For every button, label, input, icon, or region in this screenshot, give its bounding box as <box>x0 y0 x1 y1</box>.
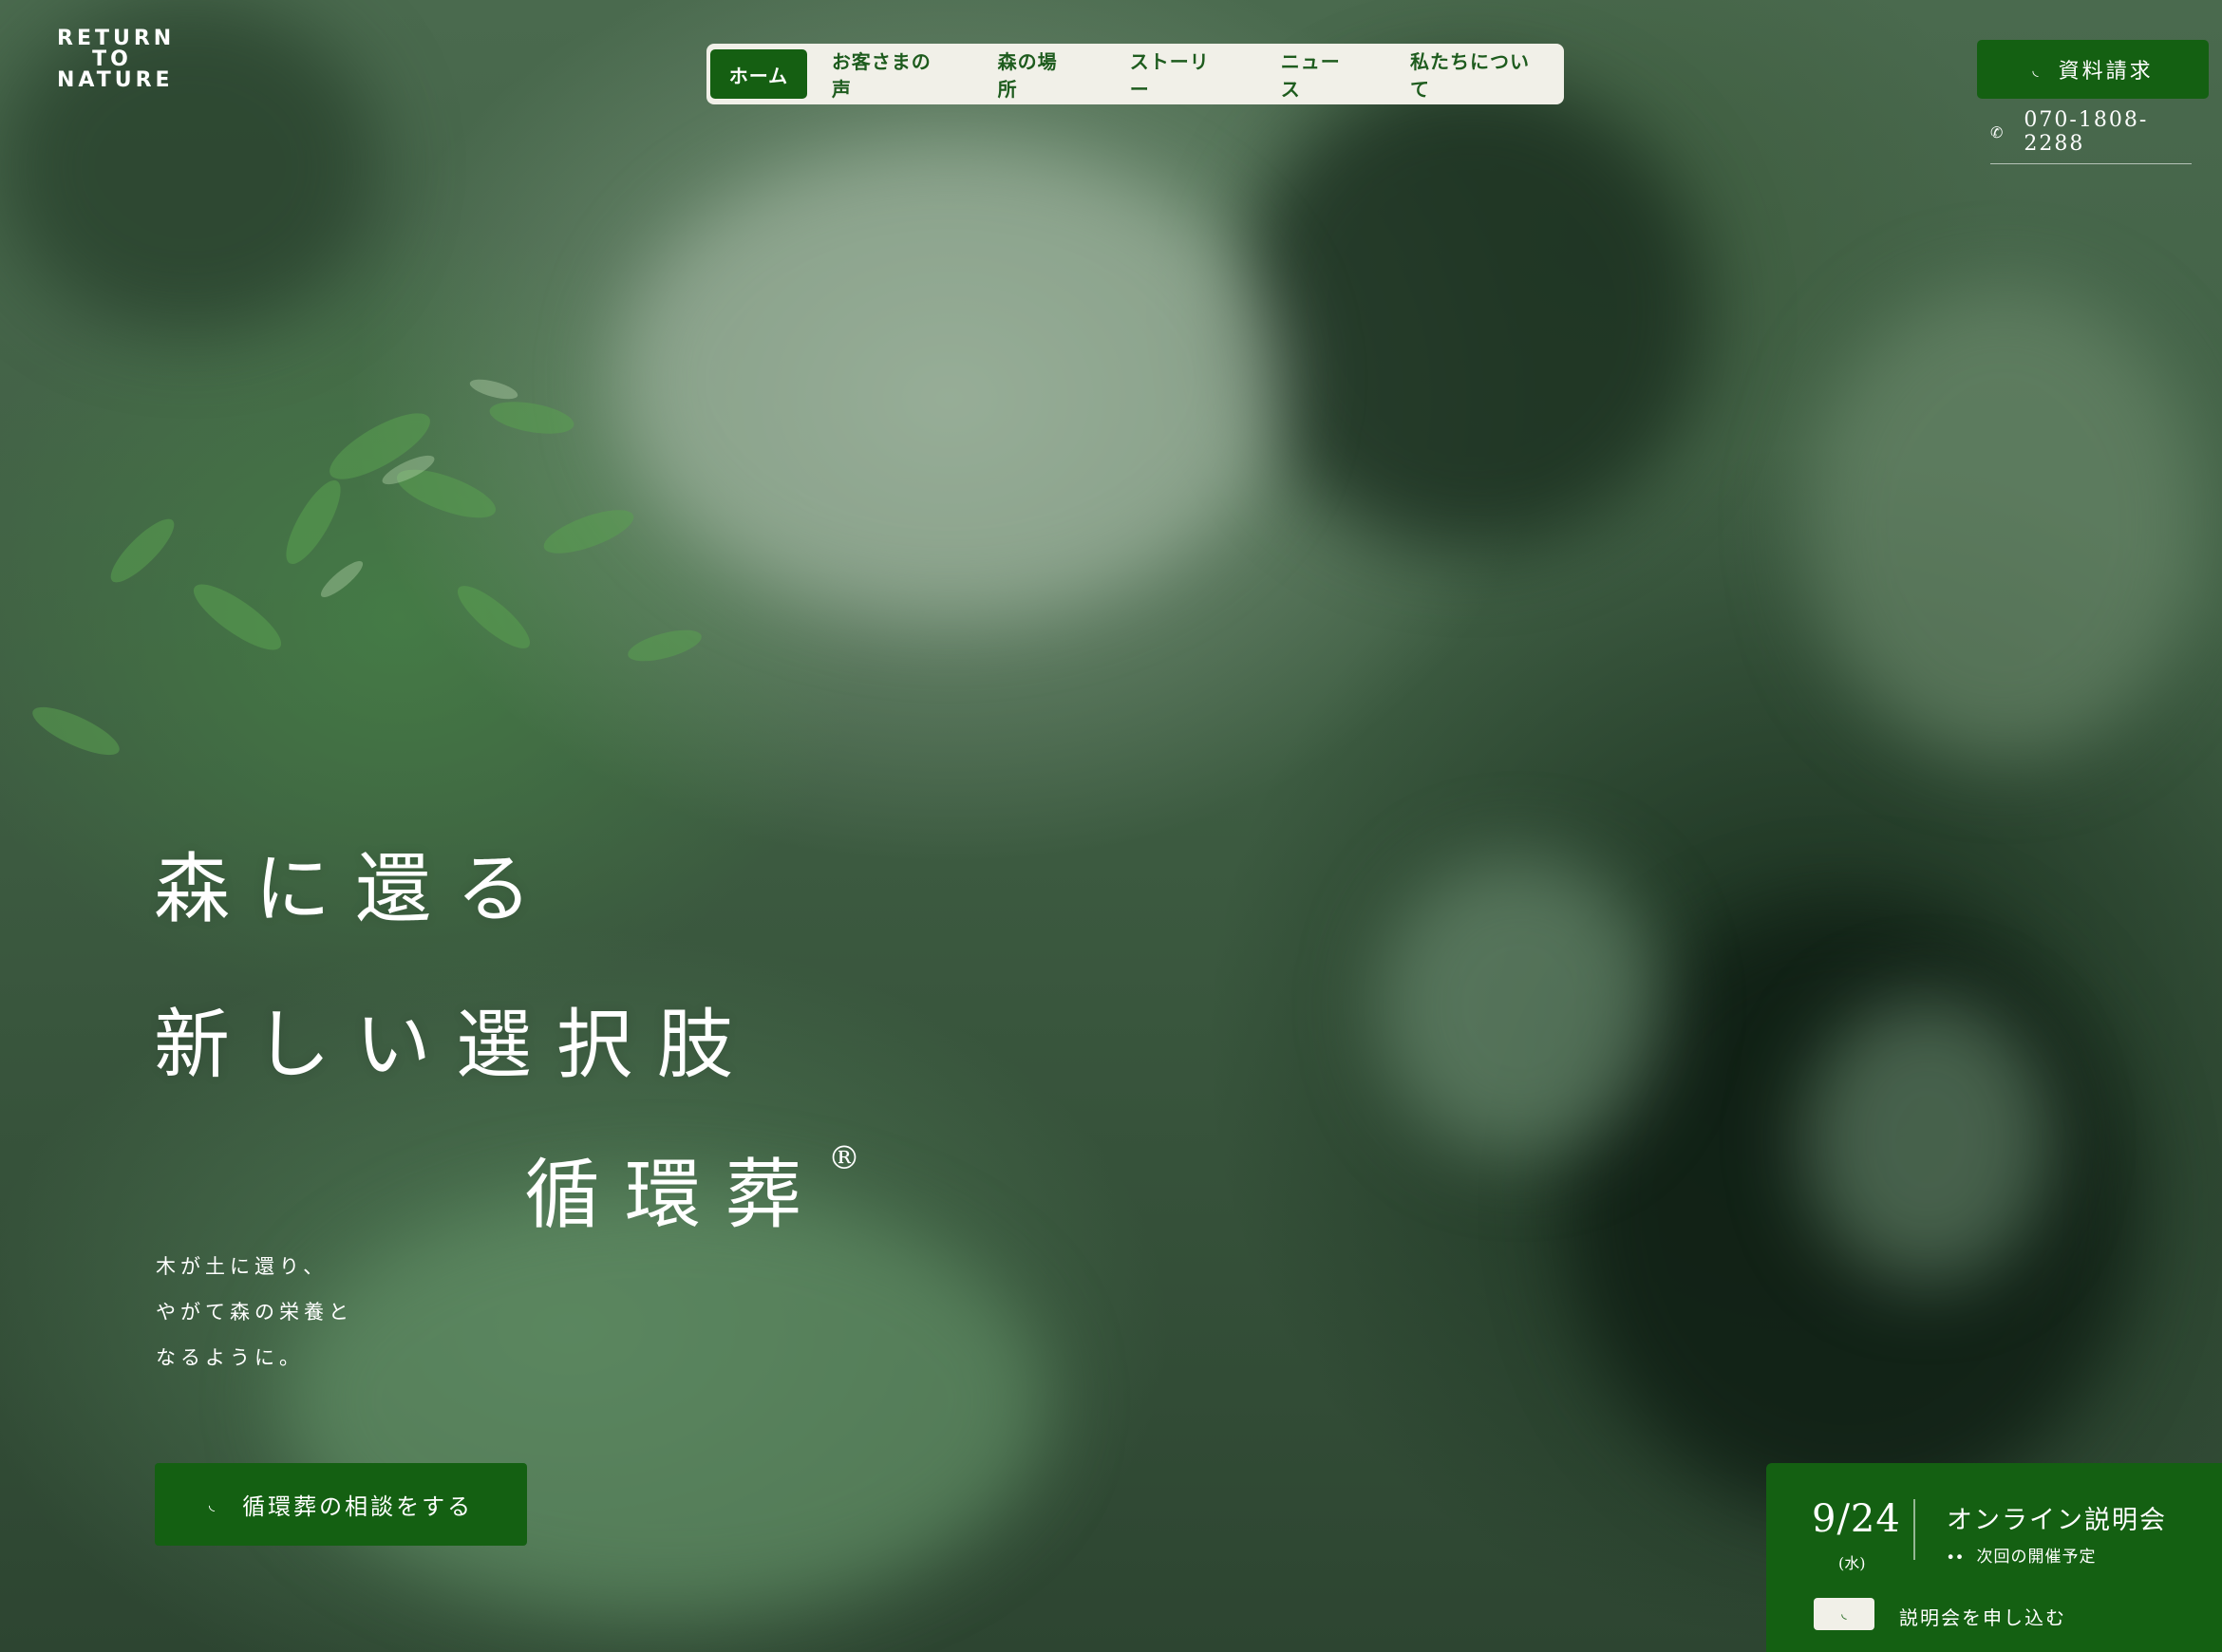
divider <box>1913 1499 1915 1560</box>
forest-background <box>0 0 2222 1652</box>
seminar-date: 9/24 <box>1812 1497 1901 1541</box>
nav-item-news[interactable]: ニュース <box>1252 49 1384 101</box>
nav-item-voices[interactable]: お客さまの声 <box>807 49 970 101</box>
seminar-weekday: (水) <box>1838 1554 1866 1572</box>
consult-button[interactable]: ◟ 循環葬の相談をする <box>155 1463 527 1546</box>
nav-item-story[interactable]: ストーリー <box>1102 49 1252 101</box>
nav-item-home[interactable]: ホーム <box>710 49 807 99</box>
hero-heading-line-2: 新しい選択肢 <box>154 1001 758 1089</box>
seminar-apply-link[interactable]: 説明会を申し込む <box>1899 1603 2066 1630</box>
main-nav: ホーム お客さまの声 森の場所 ストーリー ニュース 私たちについて <box>706 44 1564 104</box>
phone-icon: ✆ <box>1990 122 2005 141</box>
consult-label: 循環葬の相談をする <box>242 1493 474 1520</box>
registered-mark: ® <box>828 1139 860 1177</box>
nav-item-forest-places[interactable]: 森の場所 <box>970 49 1102 101</box>
seminar-title: オンライン説明会 <box>1947 1506 2167 1535</box>
request-materials-button[interactable]: ◟ 資料請求 <box>1977 40 2209 99</box>
seminar-subtitle-text: 次回の開催予定 <box>1976 1548 2097 1567</box>
logo-line-2: TO <box>92 47 132 71</box>
phone-link[interactable]: ✆ 070-1808-2288 <box>1990 108 2192 164</box>
seminar-subtitle: ∙∙ 次回の開催予定 <box>1947 1543 2096 1567</box>
logo[interactable]: RETURN TO NATURE <box>57 27 176 92</box>
nav-item-about[interactable]: 私たちについて <box>1384 49 1560 101</box>
phone-number: 070-1808-2288 <box>2024 108 2149 156</box>
arrow-icon: ◟ <box>2032 60 2042 79</box>
request-materials-label: 資料請求 <box>2058 60 2154 84</box>
hero-subtext-line-3: なるように。 <box>156 1346 304 1369</box>
seminar-card: 9/24 (水) オンライン説明会 ∙∙ 次回の開催予定 ◟ 説明会を申し込む <box>1766 1463 2222 1652</box>
hero-heading-line-3: 循環葬 <box>524 1151 826 1239</box>
logo-line-3: NATURE <box>57 68 174 92</box>
arrow-icon: ◟ <box>1841 1606 1847 1622</box>
seminar-apply-arrow-button[interactable]: ◟ <box>1814 1598 1874 1630</box>
arrow-icon: ◟ <box>208 1495 218 1513</box>
dots-icon: ∙∙ <box>1947 1548 1965 1567</box>
hero-subtext-line-2: やがて森の栄養と <box>156 1301 353 1323</box>
hero-heading-line-1: 森に還る <box>154 845 556 933</box>
logo-line-1: RETURN <box>57 27 176 50</box>
hero-subtext-line-1: 木が土に還り、 <box>156 1255 329 1278</box>
